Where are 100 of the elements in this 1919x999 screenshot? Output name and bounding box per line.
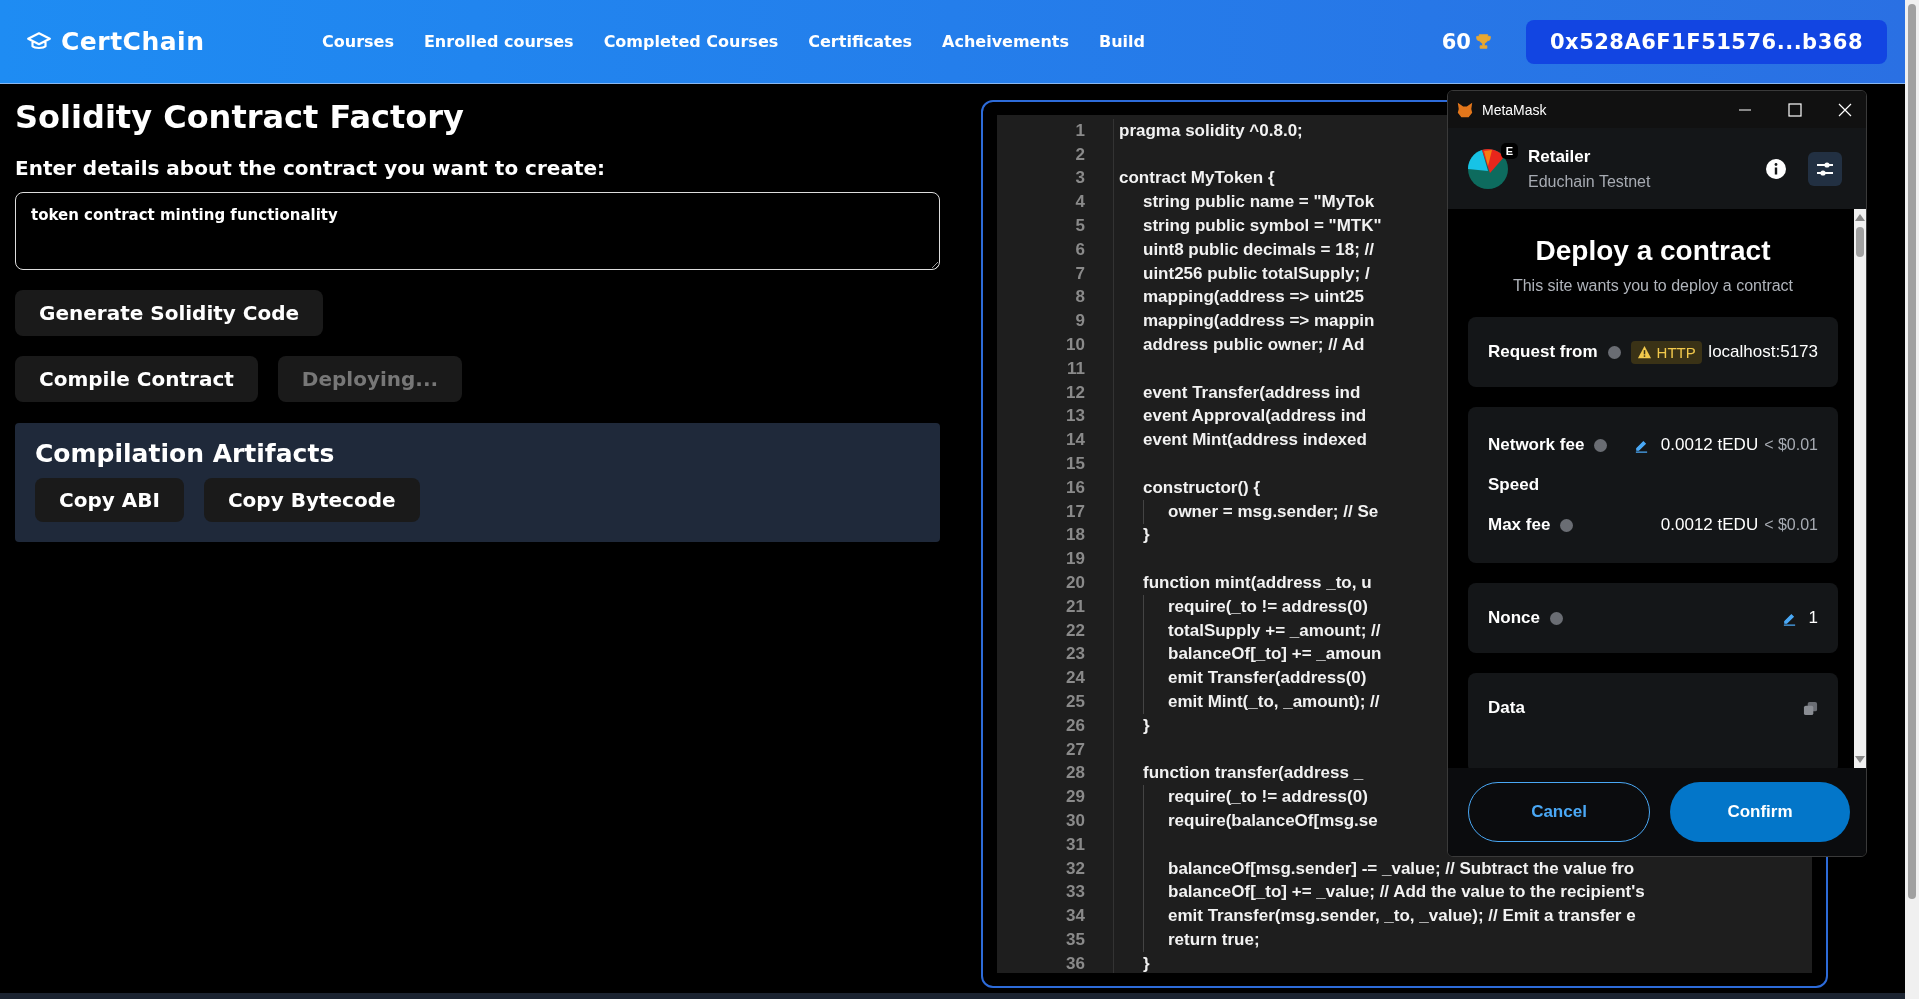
line-number: 28 [1065,763,1085,784]
settings-button[interactable] [1808,151,1842,186]
line-number: 35 [1065,930,1085,950]
nav-link[interactable]: Acheivements [942,32,1069,51]
line-number: 30 [1065,811,1085,831]
brand-name[interactable]: CertChain [61,27,205,56]
code-line: emit Mint(_to, _amount); // [1168,692,1380,712]
line-number: 24 [1065,668,1085,689]
line-number: 25 [1065,692,1085,712]
maximize-icon[interactable] [1788,102,1802,117]
code-line: mapping(address => uint25 [1143,287,1365,308]
field-label: Speed [1488,475,1540,495]
line-number: 1 [1074,120,1085,141]
code-line: uint256 public totalSupply; / [1143,263,1370,284]
line-number: 17 [1065,501,1085,522]
window-title: MetaMask [1482,101,1547,118]
code-line: } [1143,953,1150,973]
copy-button[interactable]: Copy Bytecode [203,478,420,522]
scroll-thumb[interactable] [1856,227,1864,257]
copy-button[interactable]: Copy ABI [35,478,184,522]
page-scrollbar[interactable] [1905,0,1919,999]
line-number: 36 [1065,953,1085,973]
close-icon[interactable] [1838,102,1852,117]
help-icon[interactable] [1607,345,1621,359]
code-line: string public symbol = "MTK" [1143,216,1382,237]
help-icon[interactable] [1560,518,1574,532]
code-line: } [1143,525,1150,546]
line-number: 27 [1065,739,1085,760]
line-number: 26 [1065,715,1085,736]
line-number: 23 [1065,644,1085,665]
scroll-up-icon[interactable] [1855,213,1865,221]
dialog-scrollbar[interactable] [1854,209,1866,768]
code-line: balanceOf[_to] += _amoun [1168,644,1382,665]
code-line: contract MyToken { [1119,168,1275,189]
line-number: 11 [1066,358,1085,379]
help-icon[interactable] [1549,611,1563,625]
nav-link[interactable]: Build [1099,32,1146,51]
points-count: 60 [1441,29,1471,54]
action-button[interactable]: Compile Contract [15,356,258,402]
confirm-button[interactable]: Confirm [1670,782,1850,842]
code-line: function transfer(address _ [1143,763,1364,784]
line-number: 19 [1065,549,1085,570]
fee-fiat: < $0.01 [1764,436,1818,454]
code-line: string public name = "MyTok [1143,192,1375,213]
code-line: event Mint(address indexed [1143,430,1367,451]
network-badge: E [1500,142,1518,159]
line-number: 33 [1065,882,1085,903]
prompt-label: Enter details about the contract you want to create: [15,156,607,180]
scroll-down-icon[interactable] [1855,756,1865,764]
generate-code-button[interactable]: Generate Solidity Code [15,290,324,336]
line-number: 31 [1065,834,1085,855]
nonce-value: 1 [1808,608,1818,628]
code-line: } [1143,715,1150,736]
code-line: require(balanceOf[msg.se [1168,811,1378,831]
fee-fiat: < $0.01 [1764,516,1818,534]
line-number: 29 [1065,787,1085,808]
code-line: pragma solidity ^0.8.0; [1119,120,1303,141]
code-line: balanceOf[_to] += _value; // Add the value to the recipient's [1168,882,1645,903]
copy-icon[interactable] [1803,700,1818,716]
line-number: 4 [1074,192,1085,213]
request-origin: localhost:5173 [1708,342,1818,362]
warning-badge: HTTP [1630,340,1702,364]
line-number: 34 [1065,906,1085,927]
page-title: Solidity Contract Factory [15,98,465,136]
code-line: owner = msg.sender; // Se [1168,501,1379,522]
code-line: emit Transfer(msg.sender, _to, _value); // Emit a transfer e [1168,906,1636,927]
line-number: 2 [1074,144,1085,165]
field-label: Nonce [1488,608,1540,628]
fox-icon [1456,100,1474,119]
nav-link[interactable]: Enrolled courses [423,32,574,51]
code-line: event Approval(address ind [1143,406,1367,427]
prompt-field[interactable]: token contract minting functionality [15,192,940,270]
code-line: balanceOf[msg.sender] -= _value; // Subtract the value fro [1168,858,1635,879]
nav-link[interactable]: Completed Courses [603,32,779,51]
line-number: 14 [1065,430,1085,451]
code-line: require(_to != address(0) [1168,787,1368,808]
nav-link[interactable]: Certificates [808,32,913,51]
line-number: 6 [1074,239,1085,260]
account-avatar [1468,148,1508,189]
account-name[interactable]: Retailer [1528,146,1651,167]
code-line: uint8 public decimals = 18; // [1143,239,1374,260]
wallet-address-button[interactable]: 0x528A6F1F51576...b368 [1525,19,1887,64]
scroll-thumb[interactable] [1908,4,1916,899]
code-line: function mint(address _to, u [1143,573,1372,594]
line-number: 10 [1065,335,1085,356]
line-number: 16 [1065,477,1085,498]
info-icon[interactable] [1766,158,1786,179]
nav-link[interactable]: Courses [322,32,394,51]
code-line: address public owner; // Ad [1143,335,1365,356]
line-number: 12 [1065,382,1085,403]
field-label: Data [1488,698,1525,718]
line-number: 20 [1065,573,1085,594]
code-line: mapping(address => mappin [1143,311,1375,332]
line-number: 22 [1065,620,1085,641]
help-icon[interactable] [1594,438,1608,452]
line-number: 18 [1065,525,1085,546]
code-line: event Transfer(address ind [1143,382,1361,403]
network-name: Educhain Testnet [1528,172,1651,191]
code-line: constructor() { [1143,477,1261,498]
fee-amount: 0.0012 tEDU [1660,515,1759,535]
